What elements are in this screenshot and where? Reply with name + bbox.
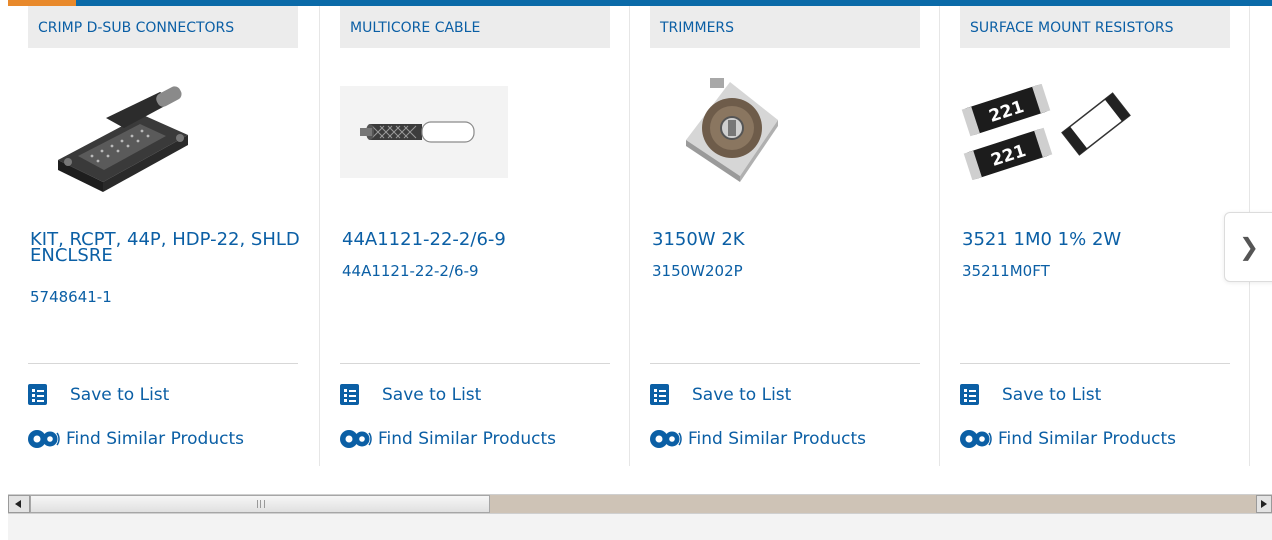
category-tab[interactable]: TRIMMERS <box>650 6 920 48</box>
carousel-next-button[interactable]: ❯ <box>1224 212 1272 282</box>
dsub-connector-image[interactable] <box>28 76 218 196</box>
save-to-list-button[interactable]: Save to List <box>648 384 791 405</box>
save-to-list-button[interactable]: Save to List <box>26 384 169 405</box>
page-footer-area <box>8 514 1272 540</box>
gears-icon <box>650 430 682 448</box>
find-similar-button[interactable]: Find Similar Products <box>338 428 556 450</box>
product-title-link[interactable]: 3521 1M0 1% 2W <box>962 231 1232 249</box>
product-card: MULTICORE CABLE 44A1121-22-2/6-9 44A1121… <box>320 6 630 466</box>
save-to-list-label: Save to List <box>70 384 170 405</box>
part-number-link[interactable]: 3150W202P <box>652 262 743 280</box>
horizontal-scrollbar[interactable] <box>8 494 1272 514</box>
scroll-left-arrow-icon[interactable] <box>8 495 30 513</box>
scrollbar-thumb[interactable] <box>30 495 490 513</box>
card-divider <box>650 363 920 364</box>
category-tab[interactable]: CRIMP D-SUB CONNECTORS <box>28 6 298 48</box>
find-similar-button[interactable]: Find Similar Products <box>648 428 866 450</box>
card-divider <box>28 363 298 364</box>
cable-image[interactable] <box>340 86 508 178</box>
chevron-right-icon: ❯ <box>1239 233 1260 261</box>
gears-icon <box>28 430 60 448</box>
card-divider <box>340 363 610 364</box>
scrollbar-grip-icon <box>257 500 265 508</box>
product-title-link[interactable]: 44A1121-22-2/6-9 <box>342 231 612 249</box>
find-similar-label: Find Similar Products <box>688 429 866 449</box>
gears-icon <box>340 430 372 448</box>
checklist-icon <box>340 384 359 405</box>
find-similar-label: Find Similar Products <box>998 429 1176 449</box>
scroll-right-arrow-icon[interactable] <box>1256 495 1272 513</box>
product-card: CRIMP D-SUB CONNECTORS KIT, RCPT, 44P, H… <box>8 6 318 466</box>
save-to-list-label: Save to List <box>382 384 482 405</box>
product-title-link[interactable]: KIT, RCPT, 44P, HDP-22, SHLD ENCLSRE <box>30 231 300 265</box>
find-similar-label: Find Similar Products <box>66 429 244 449</box>
gears-icon <box>960 430 992 448</box>
save-to-list-label: Save to List <box>1002 384 1102 405</box>
checklist-icon <box>28 384 47 405</box>
save-to-list-button[interactable]: Save to List <box>958 384 1101 405</box>
part-number-link[interactable]: 35211M0FT <box>962 262 1050 280</box>
product-card: TRIMMERS 3150W 2K 3150W202P Save to List <box>630 6 940 466</box>
checklist-icon <box>960 384 979 405</box>
product-title-link[interactable]: 3150W 2K <box>652 231 922 249</box>
checklist-icon <box>650 384 669 405</box>
trimmer-image[interactable] <box>670 76 790 184</box>
scrollbar-track[interactable] <box>490 495 1256 513</box>
save-to-list-button[interactable]: Save to List <box>338 384 481 405</box>
product-card: SURFACE MOUNT RESISTORS 221 221 3521 1M0… <box>940 6 1250 466</box>
part-number-link[interactable]: 44A1121-22-2/6-9 <box>342 262 479 280</box>
find-similar-button[interactable]: Find Similar Products <box>958 428 1176 450</box>
find-similar-button[interactable]: Find Similar Products <box>26 428 244 450</box>
product-carousel: CRIMP D-SUB CONNECTORS KIT, RCPT, 44P, H… <box>8 6 1272 470</box>
category-tab[interactable]: SURFACE MOUNT RESISTORS <box>960 6 1230 48</box>
find-similar-label: Find Similar Products <box>378 429 556 449</box>
part-number-link[interactable]: 5748641-1 <box>30 288 112 306</box>
card-divider <box>960 363 1230 364</box>
category-tab[interactable]: MULTICORE CABLE <box>340 6 610 48</box>
smd-resistor-image[interactable]: 221 221 <box>960 84 1132 180</box>
save-to-list-label: Save to List <box>692 384 792 405</box>
